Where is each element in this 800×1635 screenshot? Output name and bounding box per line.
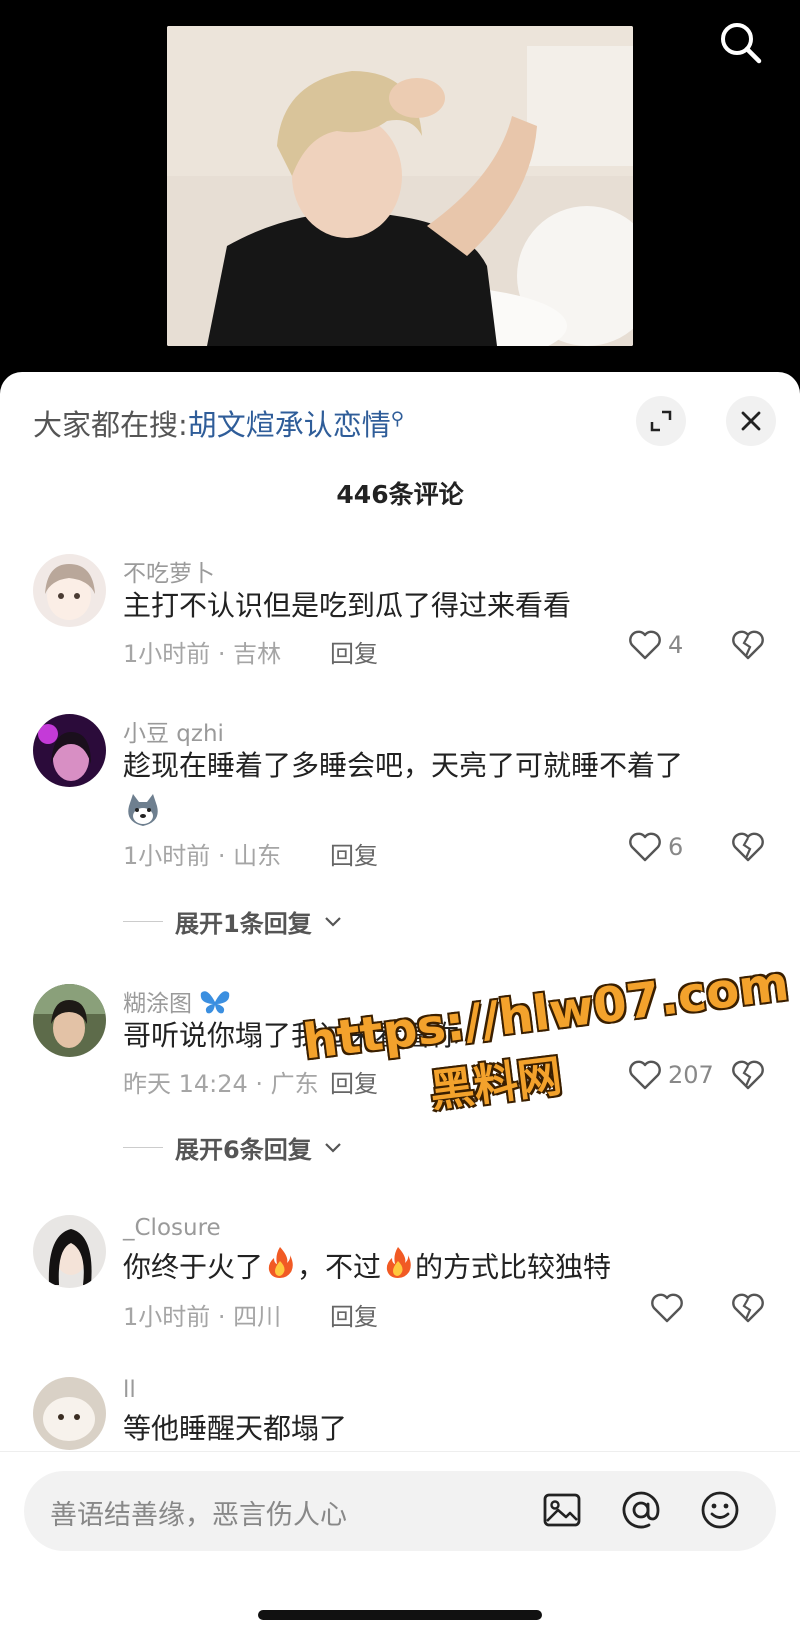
reply-button[interactable]: 回复 <box>330 836 378 871</box>
expand-replies-label: 展开1条回复 <box>175 910 312 938</box>
comment-text: 哥听说你塌了我过来看看你 <box>123 1019 460 1052</box>
fire-emoji-icon <box>265 1245 295 1292</box>
avatar[interactable] <box>33 1215 106 1288</box>
comment-input[interactable]: 善语结善缘，恶言伤人心 <box>24 1471 776 1551</box>
comment-meta: 1小时前 · 四川 <box>123 1303 282 1331</box>
broken-heart-icon <box>732 1060 764 1090</box>
reply-button[interactable]: 回复 <box>330 634 378 669</box>
broken-heart-icon <box>732 630 764 660</box>
expand-icon <box>650 410 672 432</box>
comment-text: 你终于火了 ，不过 的方式比较独特 <box>123 1245 763 1292</box>
avatar[interactable] <box>33 984 106 1057</box>
comment-count: 446条评论 <box>336 480 464 509</box>
home-indicator[interactable] <box>258 1610 542 1620</box>
comment-text-part: ，不过 <box>297 1250 382 1284</box>
chevron-down-icon <box>324 1142 341 1153</box>
mention-icon[interactable] <box>619 1488 663 1532</box>
heart-icon <box>651 1293 683 1323</box>
like-count: 6 <box>668 833 684 861</box>
emoji-icon[interactable] <box>698 1488 742 1532</box>
avatar[interactable] <box>33 554 106 627</box>
expand-replies-button[interactable]: 展开1条回复 <box>123 904 342 939</box>
divider-line <box>123 921 163 922</box>
expand-replies-button[interactable]: 展开6条回复 <box>123 1130 342 1165</box>
comment-text-part: 你终于火了 <box>123 1250 264 1284</box>
close-icon <box>741 411 761 431</box>
comment-meta: 1小时前 · 山东 <box>123 842 282 870</box>
comment-meta: 1小时前 · 吉林 <box>123 640 282 668</box>
dislike-button[interactable] <box>731 1060 765 1094</box>
divider-line <box>123 1147 163 1148</box>
expand-replies-label: 展开6条回复 <box>175 1136 312 1164</box>
heart-icon <box>629 832 661 862</box>
broken-heart-icon <box>732 1293 764 1323</box>
broken-heart-icon <box>732 832 764 862</box>
like-button[interactable]: 4 <box>628 630 683 660</box>
dislike-button[interactable] <box>731 630 765 664</box>
like-button[interactable]: 207 <box>628 1060 714 1090</box>
reply-button[interactable]: 回复 <box>330 1297 378 1332</box>
avatar[interactable] <box>33 714 106 787</box>
hot-search-prefix: 大家都在搜: <box>33 408 188 442</box>
username[interactable]: _Closure <box>123 1215 221 1241</box>
comment-text-content: 趁现在睡着了多睡会吧，天亮了可就睡不着了 <box>123 749 684 782</box>
like-button[interactable]: 6 <box>628 832 683 862</box>
like-count: 207 <box>668 1061 714 1089</box>
expand-button[interactable] <box>636 396 686 446</box>
fire-emoji-icon <box>383 1245 413 1292</box>
image-icon[interactable] <box>540 1488 584 1532</box>
heart-icon <box>629 630 661 660</box>
video-preview-area <box>0 0 800 372</box>
dislike-button[interactable] <box>731 832 765 866</box>
like-count: 4 <box>668 631 684 659</box>
comment-text: 主打不认识但是吃到瓜了得过来看看 <box>123 589 572 622</box>
reply-button[interactable]: 回复 <box>330 1064 378 1099</box>
like-button[interactable] <box>650 1293 684 1323</box>
username[interactable]: 小豆 qzhi <box>123 714 224 748</box>
search-small-icon: ⚲ <box>390 408 404 430</box>
comment-text-part: 的方式比较独特 <box>415 1250 612 1284</box>
divider <box>0 1451 800 1452</box>
hot-search-term[interactable]: 胡文煊承认恋情 <box>188 408 391 442</box>
avatar[interactable] <box>33 1377 106 1450</box>
heart-icon <box>629 1060 661 1090</box>
comment-text: 等他睡醒天都塌了 <box>123 1412 348 1445</box>
chevron-down-icon <box>324 916 341 927</box>
comment-input-placeholder[interactable]: 善语结善缘，恶言伤人心 <box>50 1493 347 1532</box>
dislike-button[interactable] <box>731 1293 765 1327</box>
search-icon[interactable] <box>718 20 764 66</box>
username[interactable]: 不吃萝卜 <box>123 554 215 588</box>
username[interactable]: ll <box>123 1377 136 1403</box>
comment-meta: 昨天 14:24 · 广东 <box>123 1070 319 1098</box>
comment-sheet: 大家都在搜:胡文煊承认恋情⚲ 446条评论 不吃萝卜 主打不认识但是吃到瓜了得过… <box>0 372 800 1635</box>
comment-text: 趁现在睡着了多睡会吧，天亮了可就睡不着了 <box>123 744 763 843</box>
close-button[interactable] <box>726 396 776 446</box>
video-thumbnail[interactable] <box>167 26 633 346</box>
hot-search-bar: 大家都在搜:胡文煊承认恋情⚲ <box>33 402 404 444</box>
